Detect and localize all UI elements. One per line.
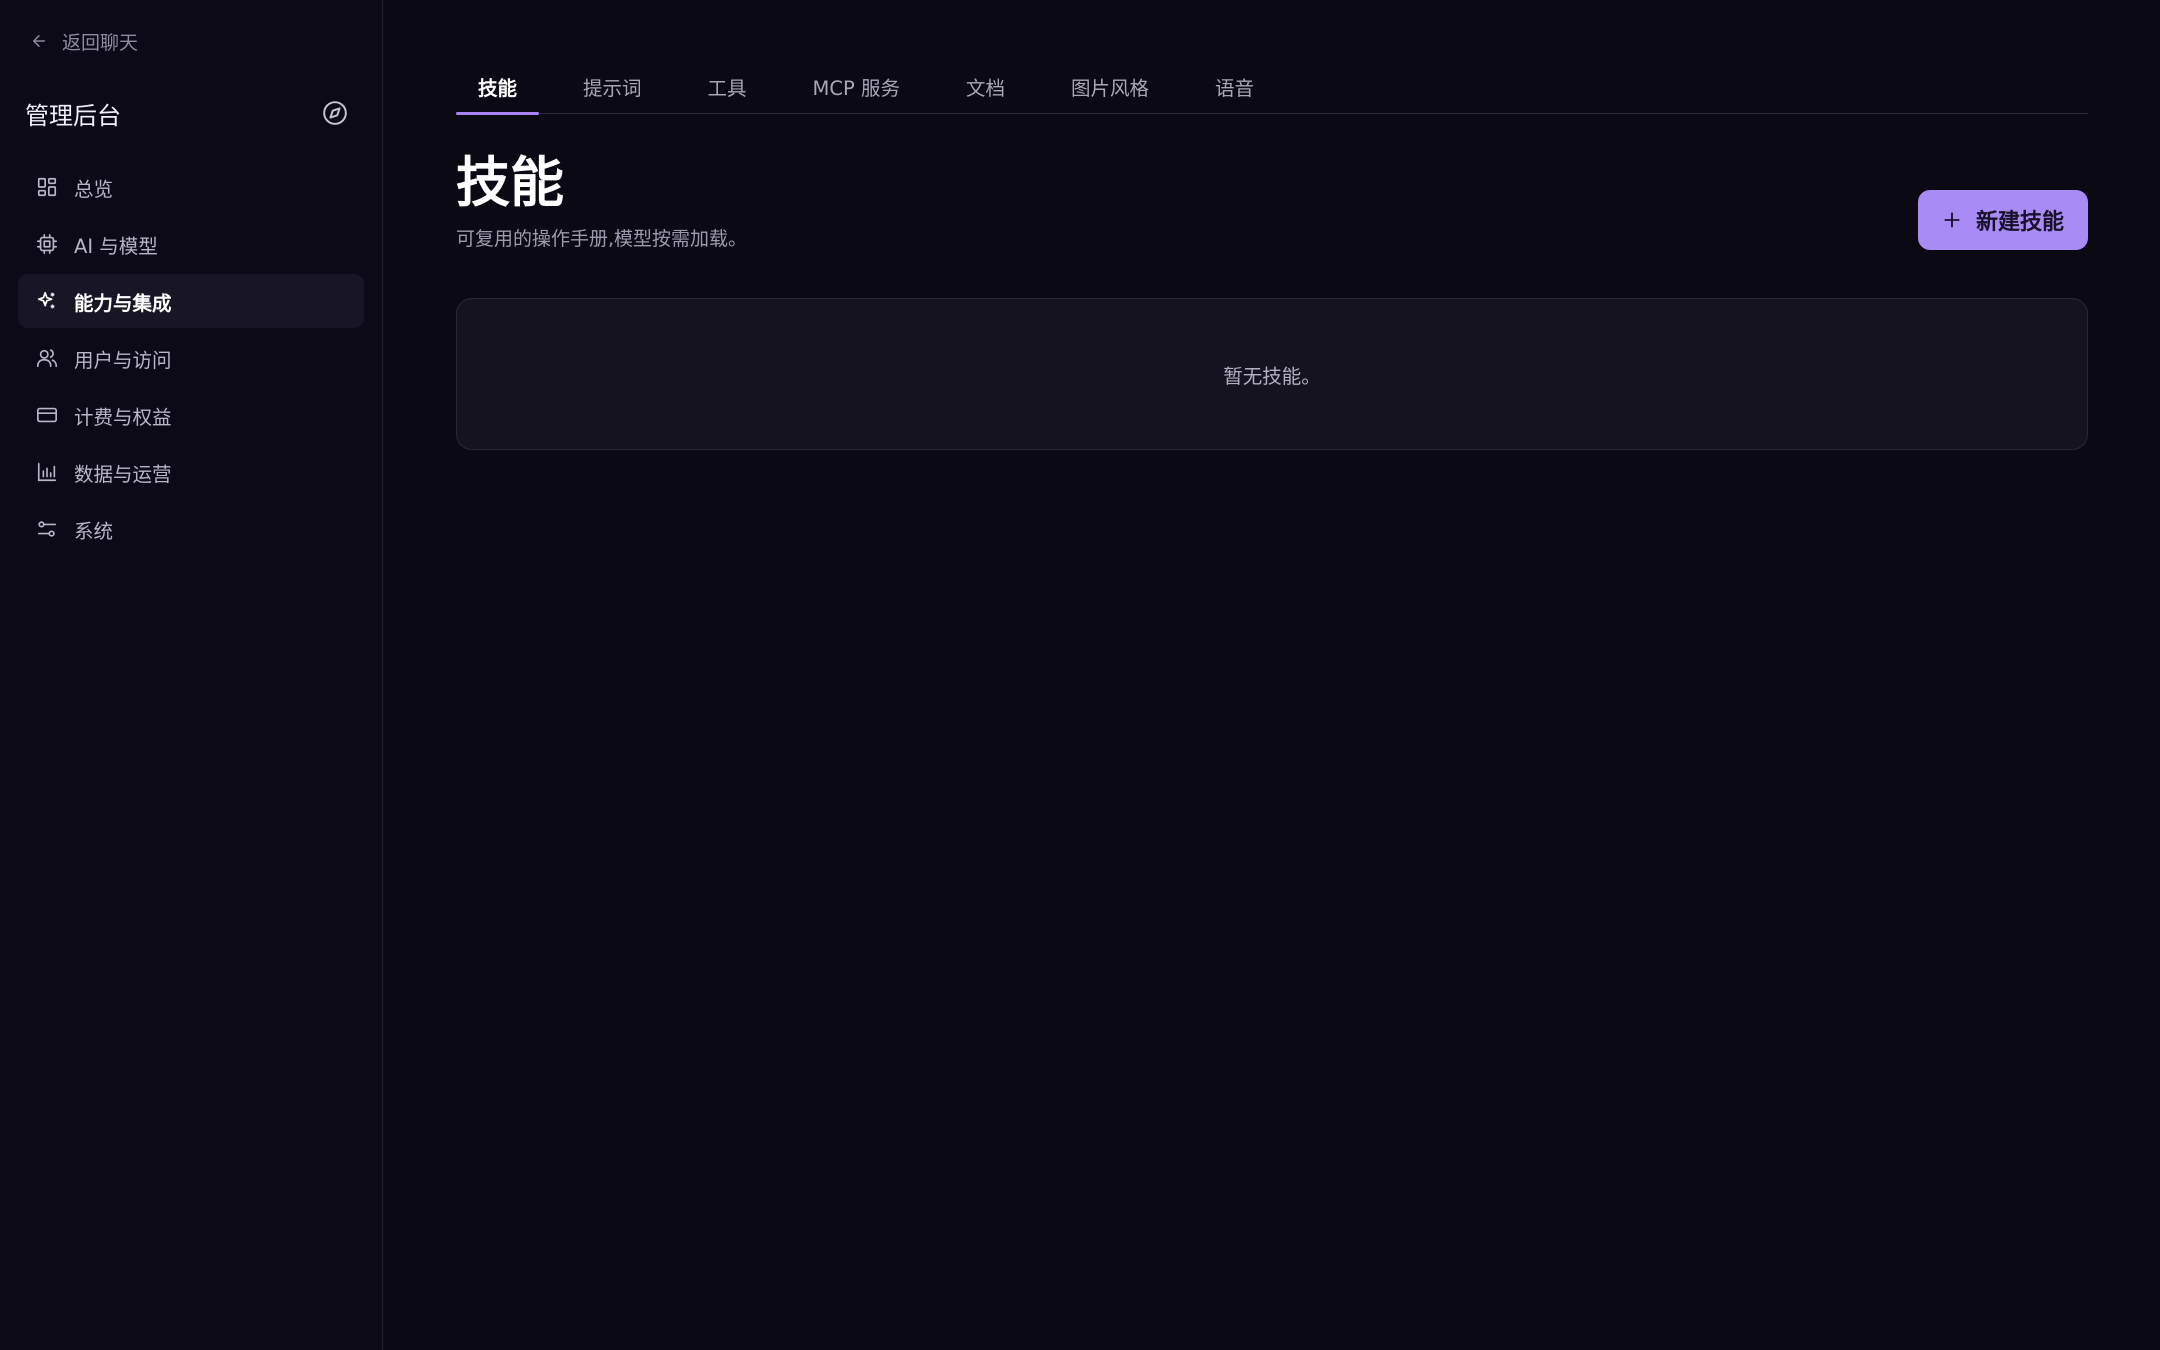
tab-bar: 技能 提示词 工具 MCP 服务 文档 图片风格 语音 xyxy=(456,68,2088,115)
sliders-icon xyxy=(37,521,57,537)
sidebar-item-capabilities[interactable]: 能力与集成 xyxy=(18,274,364,328)
credit-card-icon xyxy=(37,407,57,423)
page-title: 技能 xyxy=(456,150,564,214)
tab-documents[interactable]: 文档 xyxy=(944,68,1027,114)
dashboard-icon xyxy=(37,177,57,197)
tab-skills[interactable]: 技能 xyxy=(456,68,540,115)
tab-tools[interactable]: 工具 xyxy=(686,68,769,114)
sidebar-item-overview[interactable]: 总览 xyxy=(18,160,364,214)
app-window: 返回聊天 管理后台 总览 AI 与模型 能力与集成 用户与访问 计费与权益 数据… xyxy=(0,0,2160,1350)
compass-button[interactable] xyxy=(320,98,350,128)
users-icon xyxy=(37,349,57,368)
sidebar-item-system[interactable]: 系统 xyxy=(18,502,364,556)
sidebar-item-ai-models[interactable]: AI 与模型 xyxy=(18,217,364,271)
tab-voice[interactable]: 语音 xyxy=(1193,68,1276,114)
back-to-chat-label: 返回聊天 xyxy=(62,31,139,54)
arrow-left-icon xyxy=(33,35,45,47)
sidebar-item-label: 用户与访问 xyxy=(74,348,172,372)
sidebar: 返回聊天 管理后台 总览 AI 与模型 能力与集成 用户与访问 计费与权益 数据… xyxy=(0,0,383,1350)
plus-icon xyxy=(1944,212,1960,228)
sidebar-nav: 总览 AI 与模型 能力与集成 用户与访问 计费与权益 数据与运营 系统 xyxy=(18,160,364,559)
tab-prompts[interactable]: 提示词 xyxy=(561,68,664,114)
sparkles-icon xyxy=(37,291,55,309)
main-content: 技能 提示词 工具 MCP 服务 文档 图片风格 语音 技能 可复用的操作手册,… xyxy=(384,0,2160,1350)
sidebar-item-label: 数据与运营 xyxy=(74,462,172,486)
back-to-chat-link[interactable]: 返回聊天 xyxy=(30,26,138,56)
new-skill-button-label: 新建技能 xyxy=(1975,210,2064,235)
tab-mcp-services[interactable]: MCP 服务 xyxy=(791,68,922,114)
sidebar-item-label: 系统 xyxy=(74,519,114,543)
compass-icon xyxy=(323,101,347,125)
new-skill-button[interactable]: 新建技能 xyxy=(1918,190,2088,250)
tab-image-styles[interactable]: 图片风格 xyxy=(1049,68,1171,114)
empty-state-card: 暂无技能。 xyxy=(456,298,2088,450)
bar-chart-icon xyxy=(37,462,57,482)
sidebar-item-label: AI 与模型 xyxy=(74,234,158,258)
sidebar-item-billing[interactable]: 计费与权益 xyxy=(18,388,364,442)
cpu-chip-icon xyxy=(37,234,57,254)
empty-state-text: 暂无技能。 xyxy=(1223,364,1321,388)
sidebar-item-label: 计费与权益 xyxy=(74,405,172,429)
sidebar-item-data-ops[interactable]: 数据与运营 xyxy=(18,445,364,499)
page-subtitle: 可复用的操作手册,模型按需加载。 xyxy=(456,228,748,250)
sidebar-item-users-access[interactable]: 用户与访问 xyxy=(18,331,364,385)
sidebar-item-label: 能力与集成 xyxy=(74,291,172,315)
sidebar-title: 管理后台 xyxy=(25,102,121,130)
sidebar-item-label: 总览 xyxy=(74,177,114,201)
